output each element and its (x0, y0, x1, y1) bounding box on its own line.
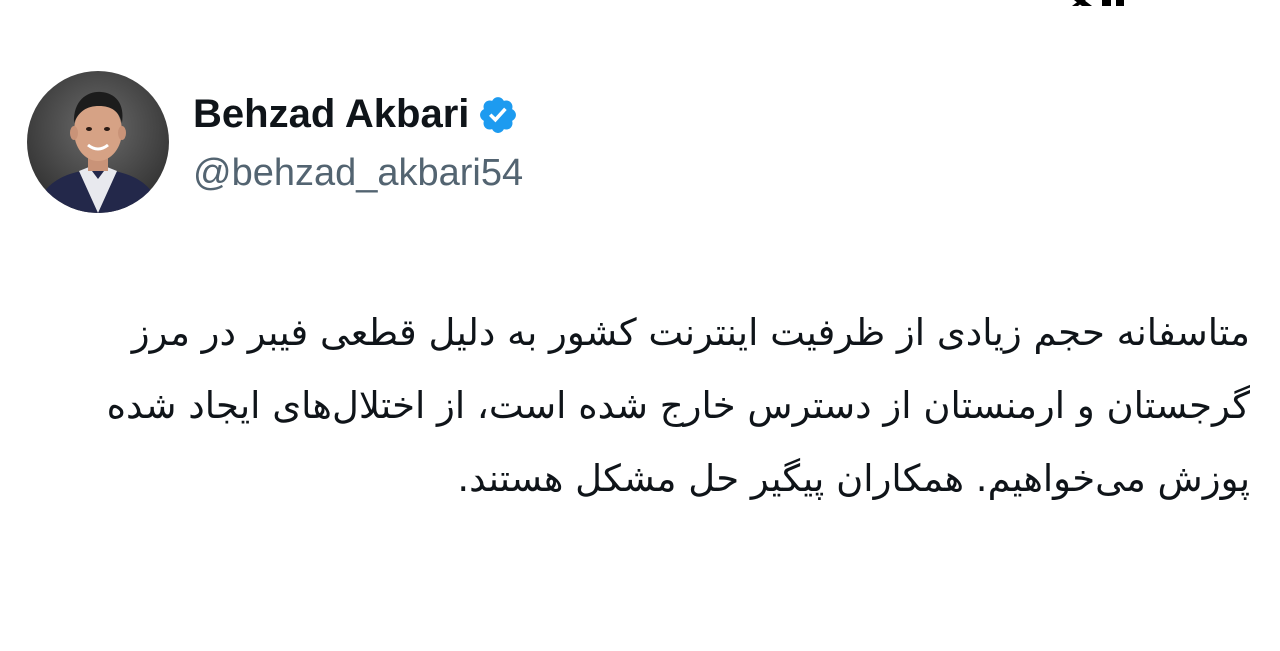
author-handle[interactable]: @behzad_akbari54 (193, 152, 523, 195)
avatar[interactable] (27, 71, 169, 213)
tweet-text: متاسفانه حجم زیادی از ظرفیت اینترنت کشور… (106, 311, 1250, 500)
author-info: Behzad Akbari @behzad_akbari54 (193, 90, 523, 195)
verified-badge-icon[interactable] (477, 94, 519, 136)
author-name-row: Behzad Akbari (193, 90, 523, 140)
x-logo-icon (1062, 0, 1152, 6)
tweet-header: Behzad Akbari @behzad_akbari54 (27, 71, 523, 213)
author-name[interactable]: Behzad Akbari (193, 92, 469, 137)
